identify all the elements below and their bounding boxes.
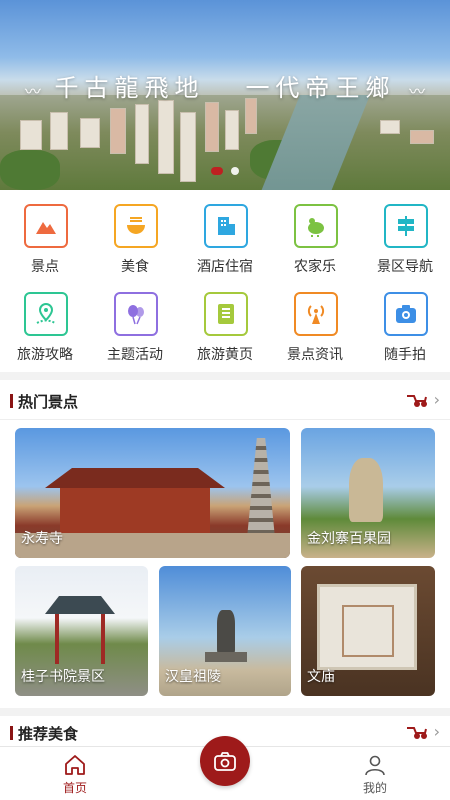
banner-building — [245, 98, 257, 134]
category-hotel[interactable]: 酒店住宿 — [180, 190, 270, 275]
section-title: 热门景点 — [18, 393, 79, 411]
balloons-icon — [114, 292, 158, 336]
slogan-part-2: 一代帝王鄉 — [245, 74, 396, 102]
pagoda — [247, 438, 275, 538]
spot-card-jinliuzhai-orchard[interactable]: 金刘寨百果园 — [301, 428, 435, 558]
banner-slogan: 〰 千古龍飛地 一代帝王鄉 〰 — [0, 68, 450, 103]
slogan-part-1: 千古龍飛地 — [54, 74, 205, 102]
banner-building — [225, 110, 239, 150]
banner-building — [80, 118, 100, 148]
banner-building — [380, 120, 400, 134]
banner-building — [135, 104, 149, 164]
category-label: 农家乐 — [294, 259, 336, 275]
pavilion-pillars — [55, 614, 105, 664]
nav-home-label: 首页 — [62, 781, 87, 795]
map-pin-route-icon — [24, 292, 68, 336]
chevron-right-icon: › — [433, 722, 440, 741]
spot-label: 汉皇祖陵 — [165, 669, 221, 685]
food-more-button[interactable]: › — [406, 722, 440, 742]
carriage-icon — [407, 727, 427, 739]
spot-label: 永寿寺 — [21, 531, 63, 547]
hot-spots-more-button[interactable]: › — [406, 390, 440, 410]
app-page: 〰 千古龍飛地 一代帝王鄉 〰 景点 美食 酒店住宿 农家乐 景区导航 旅游攻略… — [0, 0, 450, 800]
site-map-plan — [342, 605, 394, 657]
section-title: 推荐美食 — [18, 725, 79, 743]
spot-label: 文庙 — [307, 669, 335, 685]
nav-mine-label: 我的 — [362, 781, 387, 795]
carriage-icon — [407, 395, 427, 407]
statue-base — [205, 652, 247, 662]
broadcast-icon — [294, 292, 338, 336]
home-icon — [65, 755, 85, 775]
section-accent-bar — [10, 726, 13, 740]
chicken-icon — [294, 204, 338, 248]
category-label: 景点资讯 — [287, 347, 343, 363]
signpost-icon — [384, 204, 428, 248]
camera-icon — [214, 752, 236, 771]
banner-building — [20, 120, 42, 150]
category-food[interactable]: 美食 — [90, 190, 180, 275]
category-label: 旅游黄页 — [197, 347, 253, 363]
category-farm-stay[interactable]: 农家乐 — [270, 190, 360, 275]
category-label: 景区导航 — [377, 259, 433, 275]
spot-card-wenmiao[interactable]: 文庙 — [301, 566, 435, 696]
banner-building — [205, 102, 219, 152]
banner-building — [158, 100, 174, 174]
spot-label: 桂子书院景区 — [21, 669, 105, 685]
hot-spots-section: 热门景点 › 永寿寺 金刘寨百果园 桂子书院景区 汉皇祖陵 文庙 — [0, 380, 450, 708]
temple-roof — [45, 468, 225, 488]
carousel-dot-active[interactable] — [211, 167, 223, 175]
camera-icon — [384, 292, 428, 336]
category-label: 景点 — [31, 259, 59, 275]
spot-label: 金刘寨百果园 — [307, 531, 391, 547]
chevron-right-icon: › — [433, 390, 440, 409]
category-label: 美食 — [121, 259, 149, 275]
nav-mine[interactable]: 我的 — [345, 753, 405, 799]
hotel-building-icon — [204, 204, 248, 248]
noodle-bowl-icon — [114, 204, 158, 248]
category-news[interactable]: 景点资讯 — [270, 278, 360, 363]
pavilion-roof — [45, 596, 115, 614]
category-snapshot[interactable]: 随手拍 — [360, 278, 450, 363]
statue — [217, 610, 235, 654]
spot-card-hanhuang-mausoleum[interactable]: 汉皇祖陵 — [159, 566, 291, 696]
user-icon — [365, 755, 385, 776]
category-attractions[interactable]: 景点 — [0, 190, 90, 275]
spot-card-guizi-academy[interactable]: 桂子书院景区 — [15, 566, 148, 696]
section-accent-bar — [10, 394, 13, 408]
hot-spots-header: 热门景点 › — [0, 380, 450, 420]
category-navigation[interactable]: 景区导航 — [360, 190, 450, 275]
category-grid: 景点 美食 酒店住宿 农家乐 景区导航 旅游攻略 主题活动 旅游黄页 景点资讯 … — [0, 190, 450, 372]
list-page-icon — [204, 292, 248, 336]
banner-building — [410, 130, 434, 144]
banner-building — [110, 108, 126, 154]
category-label: 酒店住宿 — [197, 259, 253, 275]
cloud-ornament-icon: 〰 — [24, 81, 41, 101]
stone-monument — [349, 458, 383, 522]
banner-building — [50, 112, 68, 150]
cloud-ornament-icon: 〰 — [409, 81, 426, 101]
spot-card-yongshou-temple[interactable]: 永寿寺 — [15, 428, 290, 558]
carousel-dot[interactable] — [231, 167, 239, 175]
category-label: 旅游攻略 — [17, 347, 73, 363]
site-map-board — [317, 584, 417, 670]
category-label: 随手拍 — [384, 347, 426, 363]
category-travel-guide[interactable]: 旅游攻略 — [0, 278, 90, 363]
mountain-icon — [24, 204, 68, 248]
category-events[interactable]: 主题活动 — [90, 278, 180, 363]
category-label: 主题活动 — [107, 347, 163, 363]
banner-carousel[interactable]: 〰 千古龍飛地 一代帝王鄉 〰 — [0, 0, 450, 190]
camera-button[interactable] — [200, 736, 250, 786]
temple-hall — [60, 488, 210, 533]
nav-home[interactable]: 首页 — [45, 753, 105, 799]
category-yellow-pages[interactable]: 旅游黄页 — [180, 278, 270, 363]
carousel-indicators — [0, 167, 450, 175]
